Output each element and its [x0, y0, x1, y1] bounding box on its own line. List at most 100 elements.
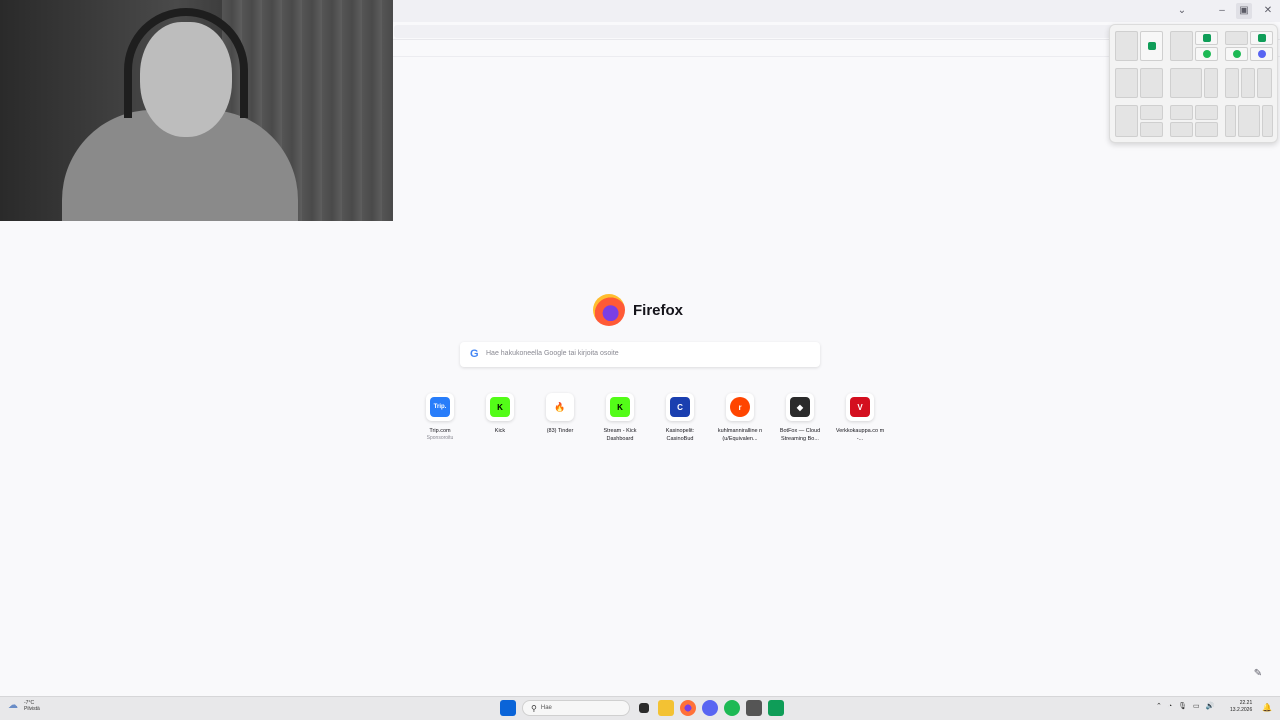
snap-zone[interactable] [1225, 31, 1248, 45]
clock-date: 13.2.2026 [1230, 707, 1253, 713]
snap-zone[interactable] [1204, 68, 1218, 98]
snap-zone[interactable] [1115, 68, 1138, 98]
snap-zone[interactable] [1140, 68, 1163, 98]
snap-layout-halves[interactable] [1115, 31, 1163, 61]
top-site-label: kuhlmanniralline n (u/Equivalen... [717, 428, 763, 442]
game-app-icon [1147, 42, 1156, 50]
snap-zone[interactable] [1225, 68, 1239, 98]
snap-layout-two-thirds[interactable] [1170, 68, 1218, 98]
snap-zone[interactable] [1250, 31, 1273, 45]
top-site-tile[interactable]: 🔥 (83) Tinder [530, 393, 590, 443]
top-site-tile[interactable]: r kuhlmanniralline n (u/Equivalen... [710, 393, 770, 443]
network-icon[interactable]: ◔ [1168, 703, 1172, 710]
game-app-icon [1257, 34, 1266, 42]
snap-layout-left-right-split[interactable] [1115, 105, 1163, 137]
snap-zone[interactable] [1262, 105, 1273, 137]
top-site-label: Verkkokauppa.co m -... [835, 428, 885, 442]
snap-zone[interactable] [1195, 31, 1218, 45]
top-site-tile[interactable]: Trip. Trip.com Sponsoroitu [410, 393, 470, 443]
system-tray: ⌃ ◔ 🎙 ▭ 🔊 [1156, 702, 1215, 711]
snap-layout-grid-quarters[interactable] [1225, 31, 1273, 61]
top-site-label: Trip.com [429, 428, 451, 434]
kick-icon: K [490, 397, 510, 417]
list-all-tabs-button[interactable]: ⌄ [1174, 3, 1190, 19]
snap-layout-quad[interactable] [1170, 105, 1218, 137]
firefox-wordmark: Firefox [633, 301, 684, 319]
top-site-label: BotFox — Cloud Streaming Bo... [779, 428, 821, 442]
spotify-taskbar-icon[interactable] [724, 700, 740, 716]
top-site-tile[interactable]: ◆ BotFox — Cloud Streaming Bo... [770, 393, 830, 443]
spotify-app-icon [1232, 50, 1241, 58]
snap-zone[interactable] [1170, 31, 1193, 61]
display-icon[interactable]: ▭ [1193, 702, 1200, 710]
firefox-taskbar-icon[interactable] [680, 700, 696, 716]
snap-zone[interactable] [1250, 47, 1273, 61]
microphone-icon[interactable]: 🎙 [1178, 702, 1187, 710]
top-site-tile[interactable]: C Kasinopelit: CasinoBud [650, 393, 710, 443]
clock-time: 22.21 [1239, 700, 1253, 706]
top-site-tile[interactable]: V Verkkokauppa.co m -... [830, 393, 890, 443]
tray-chevron-icon[interactable]: ⌃ [1156, 702, 1162, 710]
snap-layout-wide-center[interactable] [1225, 105, 1273, 137]
webcam-overlay [0, 0, 393, 221]
snap-zone[interactable] [1195, 122, 1218, 137]
firefox-icon [593, 294, 625, 326]
top-site-tile[interactable]: K Kick [470, 393, 530, 443]
top-sites: Trip. Trip.com Sponsoroitu K Kick 🔥 (83)… [410, 393, 890, 443]
sponsored-label: Sponsoroitu [426, 435, 454, 441]
app-taskbar-icon[interactable] [746, 700, 762, 716]
close-button[interactable]: ✕ [1260, 3, 1276, 19]
snap-zone[interactable] [1238, 105, 1260, 137]
notification-bell-icon[interactable]: 🔔 [1262, 703, 1272, 712]
taskbar-apps: ⚲ Hae [500, 700, 784, 716]
maximize-snap-button[interactable]: ▣ [1236, 3, 1252, 19]
snap-zone[interactable] [1225, 105, 1236, 137]
casinobud-icon: C [670, 397, 690, 417]
google-icon: G [470, 348, 479, 360]
snap-zone[interactable] [1115, 105, 1138, 137]
address-bar[interactable] [394, 25, 1114, 38]
weather-condition: Pilvistä [24, 706, 40, 712]
snap-zone[interactable] [1140, 122, 1163, 137]
snap-zone[interactable] [1225, 47, 1248, 61]
game-taskbar-icon[interactable] [768, 700, 784, 716]
snap-zone[interactable] [1140, 105, 1163, 120]
snap-zone[interactable] [1140, 31, 1163, 61]
firefox-logo: Firefox [593, 294, 683, 326]
trip-icon: Trip. [430, 397, 450, 417]
verkkokauppa-icon: V [850, 397, 870, 417]
top-site-label: Stream - Kick Dashboard [603, 428, 637, 442]
snap-zone[interactable] [1170, 68, 1202, 98]
snap-zone[interactable] [1170, 122, 1193, 137]
kick-icon: K [610, 397, 630, 417]
newtab-search-input[interactable]: G Hae hakukoneella Google tai kirjoita o… [460, 342, 820, 367]
discord-taskbar-icon[interactable] [702, 700, 718, 716]
file-explorer-icon[interactable] [658, 700, 674, 716]
task-view-icon[interactable] [639, 703, 649, 713]
taskbar-clock[interactable]: 22.21 13.2.2026 [1230, 700, 1252, 714]
windows-start-icon[interactable] [500, 700, 516, 716]
cloud-icon: ☁ [8, 700, 18, 711]
top-site-label: (83) Tinder [546, 428, 574, 434]
reddit-icon: r [730, 397, 750, 417]
snap-layout-thirds[interactable] [1225, 68, 1272, 98]
top-site-tile[interactable]: K Stream - Kick Dashboard [590, 393, 650, 443]
snap-zone[interactable] [1170, 105, 1193, 120]
weather-widget[interactable]: ☁ -7°C Pilvistä [8, 700, 40, 712]
top-site-label: Kick [494, 428, 506, 434]
minimize-button[interactable]: – [1214, 3, 1230, 19]
snap-layout-halves-alt[interactable] [1115, 68, 1163, 98]
taskbar-search-label: Hae [540, 705, 552, 711]
snap-zone[interactable] [1257, 68, 1272, 98]
top-site-label: Kasinopelit: CasinoBud [665, 428, 695, 442]
snap-zone[interactable] [1195, 47, 1218, 61]
spotify-app-icon [1202, 50, 1211, 58]
tinder-icon: 🔥 [550, 397, 570, 417]
snap-layout-left-half-right-quarters[interactable] [1170, 31, 1218, 61]
snap-zone[interactable] [1195, 105, 1218, 120]
volume-icon[interactable]: 🔊 [1206, 702, 1215, 710]
taskbar-search[interactable]: ⚲ Hae [522, 700, 630, 716]
snap-zone[interactable] [1115, 31, 1138, 61]
customize-pencil-icon[interactable]: ✎ [1250, 666, 1266, 682]
snap-zone[interactable] [1241, 68, 1255, 98]
